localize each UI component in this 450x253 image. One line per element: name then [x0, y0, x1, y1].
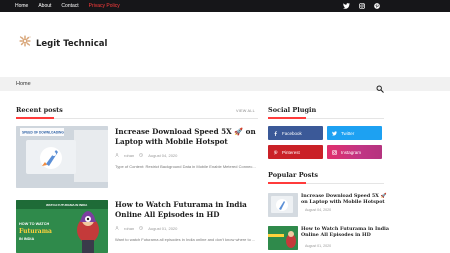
post-excerpt: Want to watch Futurama all episodes in I…	[115, 237, 256, 242]
popular-posts-accent	[268, 182, 306, 184]
pinterest-icon	[272, 149, 278, 155]
twitter-icon	[331, 130, 337, 136]
nav-privacy-policy-link[interactable]: Privacy Policy	[89, 0, 120, 12]
post-author: rohan	[124, 153, 135, 158]
popular-post-title[interactable]: Increase Download Speed 5X 🚀 on Laptop w…	[301, 193, 389, 205]
social-plugin-accent	[268, 117, 306, 119]
top-social-icons	[343, 0, 380, 12]
site-branding[interactable]: Legit Technical	[17, 33, 107, 54]
thumb-caption: SPEED OF DOWNLOADING	[22, 130, 64, 134]
post-thumbnail[interactable]: SPEED OF DOWNLOADING	[16, 126, 108, 188]
nav-contact-link[interactable]: Contact	[61, 0, 78, 12]
main-menu-bar: Home	[0, 77, 450, 93]
twitter-button[interactable]: Twitter	[327, 126, 382, 140]
recent-posts-heading: Recent posts	[16, 106, 63, 114]
pinterest-label: Pinterest	[282, 149, 300, 155]
pinterest-icon[interactable]	[373, 3, 380, 10]
svg-text:Futurama: Futurama	[19, 228, 52, 235]
twitter-icon[interactable]	[343, 3, 350, 10]
facebook-button[interactable]: Facebook	[268, 126, 323, 140]
post-excerpt: Type of Content: Restrict Background Dat…	[115, 164, 256, 169]
gear-logo-icon	[17, 33, 33, 54]
popular-post-date: August 01, 2020	[305, 244, 332, 248]
top-nav: Home About Contact Privacy Policy	[15, 0, 120, 12]
post-date: August 04, 2020	[148, 153, 178, 158]
post-author: rohan	[124, 226, 135, 231]
nav-home-link[interactable]: Home	[15, 0, 28, 12]
popular-post-thumbnail[interactable]	[268, 193, 298, 217]
facebook-icon	[272, 130, 278, 136]
menu-home-link[interactable]: Home	[16, 77, 31, 91]
post-date: August 01, 2020	[148, 226, 178, 231]
popular-post-title[interactable]: How to Watch Futurama in India Online Al…	[301, 226, 389, 238]
twitter-label: Twitter	[341, 130, 355, 136]
instagram-icon	[331, 149, 337, 155]
instagram-button[interactable]: Instagram	[327, 145, 382, 159]
view-all-link[interactable]: VIEW ALL	[236, 109, 255, 113]
recent-posts-accent	[16, 117, 54, 119]
svg-text:HOW TO WATCH: HOW TO WATCH	[19, 222, 49, 226]
pinterest-button[interactable]: Pinterest	[268, 145, 323, 159]
author-icon	[115, 226, 119, 231]
post-title[interactable]: How to Watch Futurama in India Online Al…	[115, 200, 265, 220]
instagram-label: Instagram	[341, 149, 362, 155]
clock-icon	[139, 226, 144, 231]
post-title[interactable]: Increase Download Speed 5X 🚀 on Laptop w…	[115, 127, 265, 147]
popular-post-date: August 04, 2020	[305, 208, 332, 212]
nav-about-link[interactable]: About	[38, 0, 51, 12]
top-bar: Home About Contact Privacy Policy	[0, 0, 450, 12]
search-icon[interactable]	[376, 80, 384, 93]
thumb-caption: WATCH FUTURAMA IN INDIA	[46, 203, 88, 207]
post-thumbnail[interactable]: WATCH FUTURAMA IN INDIA HOW TO WATCH Fut…	[16, 200, 108, 253]
post-meta: rohan August 01, 2020	[115, 226, 177, 231]
author-icon	[115, 153, 119, 158]
social-plugin-heading: Social Plugin	[268, 106, 317, 114]
svg-text:IN INDIA: IN INDIA	[19, 237, 34, 241]
popular-post-thumbnail[interactable]	[268, 226, 298, 250]
instagram-icon[interactable]	[358, 3, 365, 10]
clock-icon	[139, 153, 144, 158]
facebook-label: Facebook	[282, 130, 302, 136]
post-meta: rohan August 04, 2020	[115, 153, 177, 158]
site-title: Legit Technical	[36, 38, 108, 49]
popular-posts-heading: Popular Posts	[268, 171, 319, 179]
